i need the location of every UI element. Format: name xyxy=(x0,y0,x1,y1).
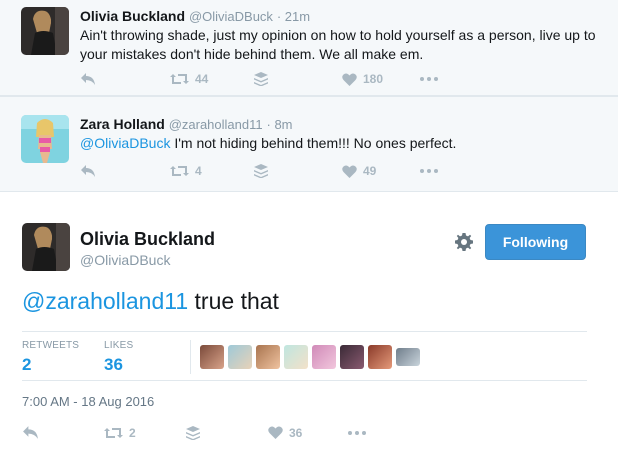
gear-icon xyxy=(455,233,473,251)
likes-stat[interactable]: LIKES 36 xyxy=(104,340,133,375)
liker-avatar[interactable] xyxy=(368,345,392,369)
liker-avatar[interactable] xyxy=(284,345,308,369)
avatar[interactable] xyxy=(21,115,69,163)
liker-avatar[interactable] xyxy=(200,345,224,369)
liker-avatar[interactable] xyxy=(312,345,336,369)
user-handle[interactable]: @zaraholland11 xyxy=(169,117,263,132)
buffer-button[interactable] xyxy=(186,425,268,440)
display-name[interactable]: Olivia Buckland xyxy=(80,229,215,250)
buffer-icon xyxy=(254,72,268,86)
display-name[interactable]: Olivia Buckland xyxy=(80,8,185,24)
retweet-count: 44 xyxy=(195,72,209,86)
liker-avatar[interactable] xyxy=(340,345,364,369)
tweet-timestamp[interactable]: 7:00 AM - 18 Aug 2016 xyxy=(22,394,154,409)
tweet-text: @zaraholland11 true that xyxy=(22,288,279,315)
reply-icon xyxy=(81,73,95,85)
tweet-actions: 4 49 xyxy=(80,164,438,178)
tweet-text: Ain't throwing shade, just my opinion on… xyxy=(80,27,596,62)
heart-icon xyxy=(268,426,283,439)
buffer-button[interactable] xyxy=(254,164,342,178)
liker-avatar[interactable] xyxy=(228,345,252,369)
buffer-icon xyxy=(254,164,268,178)
retweet-icon xyxy=(104,427,123,438)
more-icon xyxy=(420,169,438,173)
buffer-button[interactable] xyxy=(254,72,342,86)
tweet-text-body: I'm not hiding behind them!!! No ones pe… xyxy=(170,135,457,151)
liker-avatar[interactable] xyxy=(396,348,420,366)
reply-button[interactable] xyxy=(80,72,170,86)
retweet-icon xyxy=(170,166,189,176)
buffer-icon xyxy=(186,425,200,440)
liker-avatar[interactable] xyxy=(256,345,280,369)
mention-link[interactable]: @OliviaDBuck xyxy=(80,135,170,151)
retweet-button[interactable]: 44 xyxy=(170,72,254,86)
following-button[interactable]: Following xyxy=(485,224,586,260)
mention-link[interactable]: @zaraholland11 xyxy=(22,288,188,314)
like-button[interactable]: 49 xyxy=(342,164,420,178)
tweet-actions: 44 180 xyxy=(80,72,438,86)
like-count: 180 xyxy=(363,72,384,86)
main-tweet: Olivia Buckland @OliviaDBuck Following @… xyxy=(0,193,618,450)
retweet-button[interactable]: 4 xyxy=(170,164,254,178)
more-icon xyxy=(348,430,366,435)
reply-tweet-olivia[interactable]: Olivia Buckland @OliviaDBuck · 21m Ain't… xyxy=(0,0,618,96)
likes-count: 36 xyxy=(104,355,123,374)
display-name[interactable]: Zara Holland xyxy=(80,116,165,132)
more-icon xyxy=(420,77,438,81)
reply-icon xyxy=(81,165,95,177)
more-button[interactable] xyxy=(348,430,366,435)
tweet-actions: 2 36 xyxy=(22,425,366,440)
avatar[interactable] xyxy=(21,7,69,55)
reply-icon xyxy=(23,426,38,439)
likes-label: LIKES xyxy=(104,340,134,351)
reply-button[interactable] xyxy=(80,164,170,178)
tweet-text: @OliviaDBuck I'm not hiding behind them!… xyxy=(80,134,600,153)
like-button[interactable]: 180 xyxy=(342,72,420,86)
retweet-count: 2 xyxy=(129,425,136,440)
tweet-header: Olivia Buckland @OliviaDBuck · 21m xyxy=(80,8,310,24)
liker-avatars xyxy=(200,345,420,369)
tweet-stats: RETWEETS 2 LIKES 36 xyxy=(22,331,587,381)
stats-divider xyxy=(190,340,191,374)
retweet-button[interactable]: 2 xyxy=(104,426,186,440)
reply-tweet-zara[interactable]: Zara Holland @zaraholland11 · 8m @Olivia… xyxy=(0,96,618,192)
retweets-count: 2 xyxy=(22,355,32,374)
tweet-time[interactable]: · 21m xyxy=(277,9,310,24)
retweet-count: 4 xyxy=(195,164,202,178)
heart-icon xyxy=(342,72,357,86)
retweet-icon xyxy=(170,74,189,84)
user-handle[interactable]: @OliviaDBuck xyxy=(189,9,273,24)
retweets-label: RETWEETS xyxy=(22,340,80,351)
reply-button[interactable] xyxy=(22,425,104,440)
user-actions-button[interactable] xyxy=(455,233,473,256)
avatar[interactable] xyxy=(22,223,70,271)
tweet-header: Zara Holland @zaraholland11 · 8m xyxy=(80,116,293,132)
user-handle[interactable]: @OliviaDBuck xyxy=(80,252,170,268)
tweet-time[interactable]: · 8m xyxy=(267,117,293,132)
tweet-text-body: true that xyxy=(188,288,279,314)
like-button[interactable]: 36 xyxy=(268,426,348,440)
retweets-stat[interactable]: RETWEETS 2 xyxy=(22,340,79,375)
heart-icon xyxy=(342,164,357,178)
like-count: 36 xyxy=(289,425,303,440)
more-button[interactable] xyxy=(420,77,438,81)
more-button[interactable] xyxy=(420,169,438,173)
like-count: 49 xyxy=(363,164,377,178)
